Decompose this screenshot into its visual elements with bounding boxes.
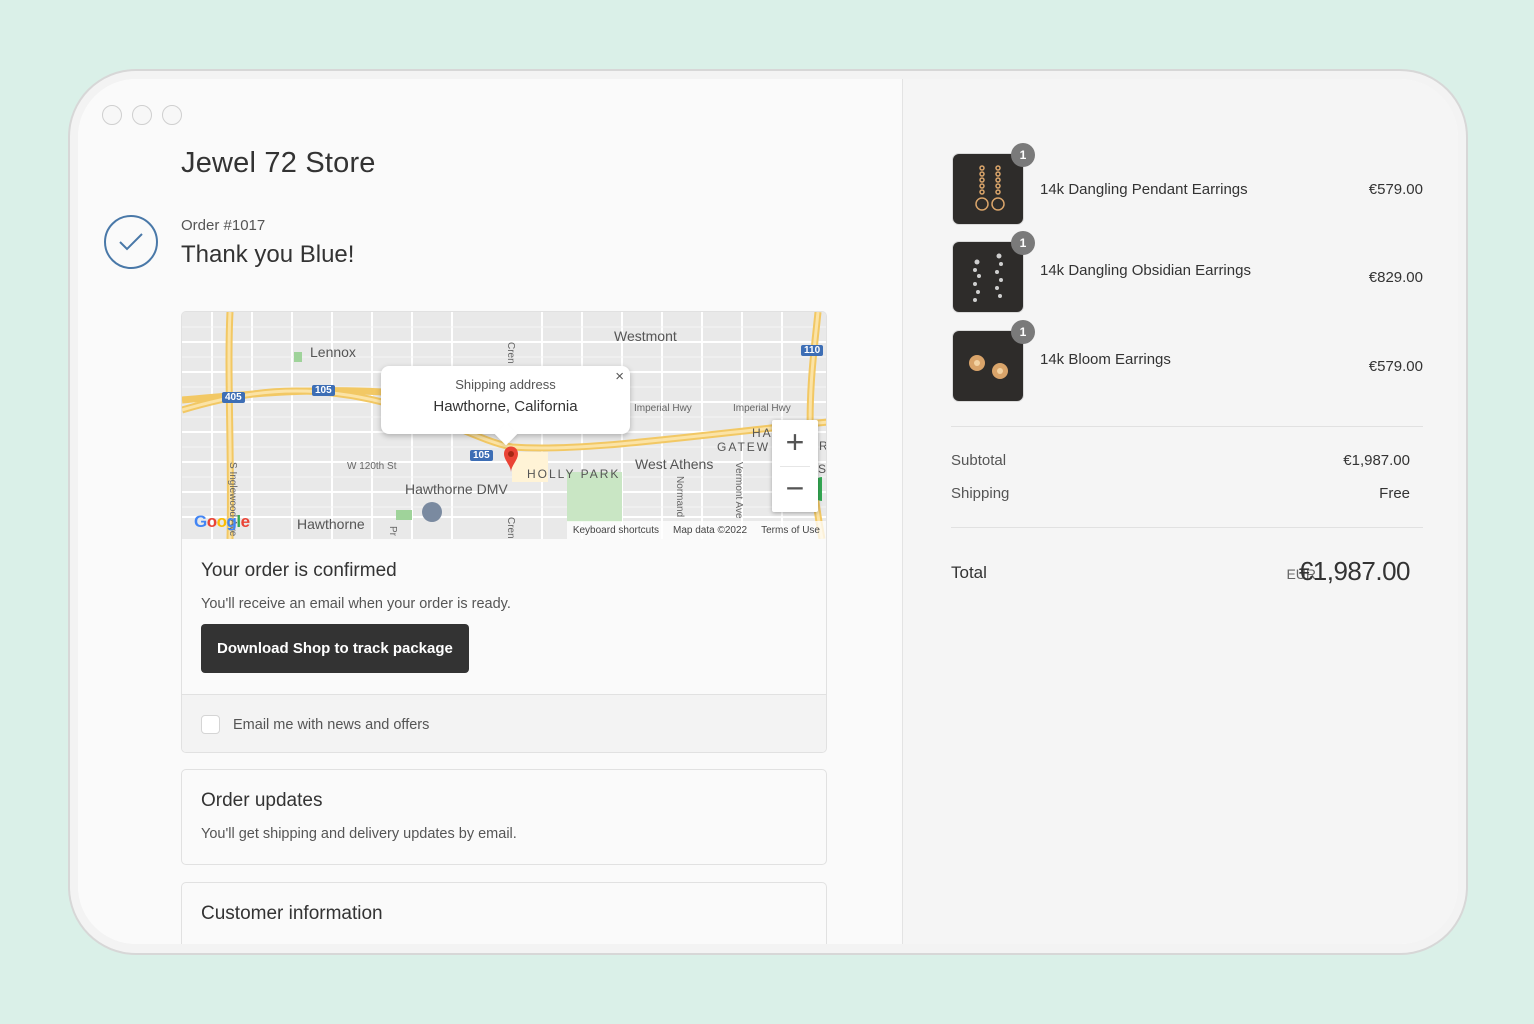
quantity-badge: 1 xyxy=(1011,143,1035,167)
map-label-west-athens: West Athens xyxy=(635,456,714,472)
thank-you-heading: Thank you Blue! xyxy=(181,241,355,268)
popup-address: Hawthorne, California xyxy=(433,398,578,415)
shipping-value: Free xyxy=(1379,485,1410,502)
item-price: €579.00 xyxy=(1368,181,1423,198)
order-updates-title: Order updates xyxy=(201,790,323,811)
total-label: Total xyxy=(951,563,987,582)
shipping-label: Shipping xyxy=(951,485,1010,502)
confirmation-text: You'll receive an email when your order … xyxy=(201,596,511,612)
item-price: €579.00 xyxy=(1368,358,1423,375)
quantity-badge: 1 xyxy=(1011,320,1035,344)
map-label-hawthorne-dmv: Hawthorne DMV xyxy=(405,481,508,497)
main-column: Jewel 72 Store Order #1017 Thank you Blu… xyxy=(78,79,902,944)
customer-info-card: Customer information xyxy=(181,882,827,944)
map-label-pr: Pr xyxy=(387,526,398,536)
order-confirmed-card: Lennox Westmont Hawthorne Hawthorne DMV … xyxy=(181,311,827,753)
map-label-cren-1: Cren xyxy=(505,342,516,364)
close-icon[interactable]: × xyxy=(615,368,624,385)
window-minimize-dot[interactable] xyxy=(132,105,152,125)
product-thumbnail-pendant xyxy=(952,153,1024,225)
terms-of-use-link[interactable]: Terms of Use xyxy=(761,525,820,536)
store-title[interactable]: Jewel 72 Store xyxy=(181,147,376,180)
order-updates-text: You'll get shipping and delivery updates… xyxy=(201,826,517,842)
map-label-imperial-hwy-2: Imperial Hwy xyxy=(733,403,791,414)
browser-screen: Jewel 72 Store Order #1017 Thank you Blu… xyxy=(78,79,1458,944)
summary-divider-top xyxy=(951,426,1423,427)
customer-info-title: Customer information xyxy=(201,903,383,924)
map-label-lennox: Lennox xyxy=(310,344,356,360)
cart-item: 1 14k Bloom Earrings €579.00 xyxy=(951,320,1423,418)
cart-item: 1 14k Dangling Obsidian Earrings €829.00 xyxy=(951,231,1423,330)
product-thumbnail-obsidian xyxy=(952,241,1024,313)
subtotal-value: €1,987.00 xyxy=(1343,452,1410,469)
map-label-holly-park: HOLLY PARK xyxy=(527,467,621,481)
order-number: Order #1017 xyxy=(181,217,266,234)
map-label-cren-2: Cren xyxy=(505,517,516,539)
email-opt-in-checkbox[interactable] xyxy=(201,715,220,734)
zoom-in-button[interactable]: + xyxy=(772,420,818,466)
email-opt-in-row[interactable]: Email me with news and offers xyxy=(182,694,826,752)
interstate-110-shield: 110 xyxy=(801,345,824,356)
interstate-105-shield-2: 105 xyxy=(470,450,493,461)
map-label-gateway: GATEW xyxy=(717,440,771,454)
popup-label: Shipping address xyxy=(455,377,556,392)
product-thumbnail-bloom xyxy=(952,330,1024,402)
map-label-s: S xyxy=(818,462,826,476)
shipping-address-popup: Shipping address Hawthorne, California × xyxy=(381,366,630,434)
map-label-hawthorne: Hawthorne xyxy=(297,516,365,532)
email-opt-in-label[interactable]: Email me with news and offers xyxy=(233,717,429,733)
device-frame: Jewel 72 Store Order #1017 Thank you Blu… xyxy=(70,71,1466,953)
confirmation-section: Your order is confirmed You'll receive a… xyxy=(182,560,826,673)
map-label-vermont: Vermont Ave xyxy=(733,462,744,519)
zoom-out-button[interactable]: − xyxy=(772,466,818,512)
confirmation-title: Your order is confirmed xyxy=(201,560,397,581)
item-name: 14k Dangling Obsidian Earrings xyxy=(1040,262,1251,279)
window-controls xyxy=(102,105,182,125)
map-label-imperial-hwy-1: Imperial Hwy xyxy=(634,403,692,414)
subtotal-label: Subtotal xyxy=(951,452,1007,469)
item-price: €829.00 xyxy=(1368,269,1423,286)
summary-divider-bottom xyxy=(951,527,1423,528)
map-label-westmont: Westmont xyxy=(614,328,677,344)
zoom-separator xyxy=(780,466,810,467)
window-close-dot[interactable] xyxy=(102,105,122,125)
map-zoom-controls: + − xyxy=(772,420,818,512)
total-value: €1,987.00 xyxy=(1298,556,1411,586)
map-label-w120th: W 120th St xyxy=(347,461,397,472)
download-shop-button[interactable]: Download Shop to track package xyxy=(201,624,469,673)
map-data-attribution: Map data ©2022 xyxy=(673,524,748,536)
interstate-105-shield-1: 105 xyxy=(312,385,335,396)
quantity-badge: 1 xyxy=(1011,231,1035,255)
google-logo: Google xyxy=(194,512,250,531)
shipping-map[interactable]: Lennox Westmont Hawthorne Hawthorne DMV … xyxy=(182,312,826,539)
map-label-r: R xyxy=(819,439,826,453)
map-label-ha: HA xyxy=(752,426,773,440)
item-name: 14k Dangling Pendant Earrings xyxy=(1040,181,1248,198)
order-summary-sidebar: 1 14k Dangling Pendant Earrings €579.00 … xyxy=(902,79,1458,944)
cart-items: 1 14k Dangling Pendant Earrings €579.00 … xyxy=(951,143,1423,418)
keyboard-shortcuts-link[interactable]: Keyboard shortcuts xyxy=(573,525,659,536)
cart-item: 1 14k Dangling Pendant Earrings €579.00 xyxy=(951,143,1423,241)
interstate-405-shield: 405 xyxy=(222,392,245,403)
map-footer: Keyboard shortcuts Map data ©2022 Terms … xyxy=(566,521,826,539)
checkmark-icon xyxy=(104,215,158,269)
window-maximize-dot[interactable] xyxy=(162,105,182,125)
order-updates-card: Order updates You'll get shipping and de… xyxy=(181,769,827,865)
item-name: 14k Bloom Earrings xyxy=(1040,351,1171,368)
map-label-normand: Normand xyxy=(674,476,685,518)
